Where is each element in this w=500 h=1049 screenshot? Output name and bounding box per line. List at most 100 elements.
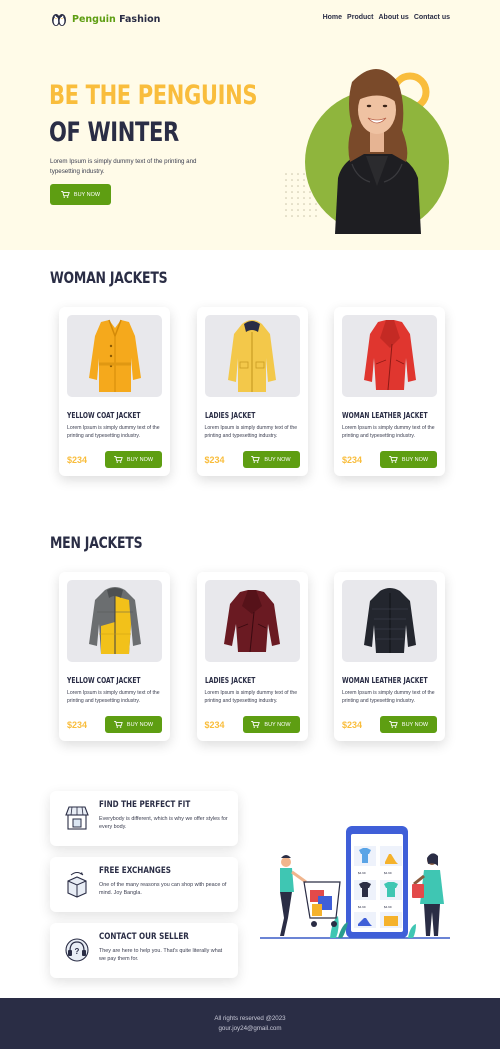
cart-icon [114,721,123,728]
product-card[interactable]: LADIES JACKET Lorem Ipsum is simply dumm… [196,572,308,741]
product-price: $234 [67,455,88,465]
man-with-cart-figure [280,855,341,936]
men-product-row: YELLOW COAT JACKET Lorem Ipsum is simply… [59,572,445,742]
product-description: Lorem Ipsum is simply dummy text of the … [342,690,435,705]
buy-now-button[interactable]: BUY NOW [105,451,162,468]
nav-about-us[interactable]: About us [379,14,409,21]
product-card[interactable]: WOMAN LEATHER JACKET Lorem Ipsum is simp… [334,572,445,741]
product-description: Lorem Ipsum is simply dummy text of the … [342,425,435,440]
svg-text:$4.99: $4.99 [358,905,366,909]
nav-contact-us[interactable]: Contact us [414,14,450,21]
svg-text:?: ? [75,947,80,956]
product-title: WOMAN LEATHER JACKET [342,411,428,420]
product-image [67,580,162,662]
feature-description: Everybody is different, which is why we … [99,816,228,831]
feature-title: CONTACT OUR SELLER [99,932,189,942]
buy-now-button[interactable]: BUY NOW [380,716,437,733]
buy-now-button[interactable]: BUY NOW [242,716,300,733]
product-image [67,315,162,397]
hero-description: Lorem Ipsum is simply dummy text of the … [50,158,197,175]
buy-now-label: BUY NOW [126,721,154,728]
product-title: LADIES JACKET [204,676,255,685]
online-shopping-illustration: $4.99 $4.99 $4.99 $4.99 [260,826,450,939]
buy-now-label: BUY NOW [264,456,291,463]
support-headset-icon: ? [65,938,89,962]
product-price: $234 [204,720,225,730]
black-puffer-jacket-icon [363,588,416,653]
hero-title-line2: OF WINTER [49,117,179,148]
hero-title-line1: BE THE PENGUINS [49,80,258,111]
buy-now-button[interactable]: BUY NOW [105,716,162,733]
feature-title: FREE EXCHANGES [99,866,171,876]
brand-name-part2: Fashion [115,13,161,25]
feature-description: One of the many reasons you can shop wit… [99,882,227,897]
penguin-logo-icon [52,14,66,26]
product-description: Lorem Ipsum is simply dummy text of the … [67,425,160,440]
product-title: WOMAN LEATHER JACKET [342,676,428,685]
buy-now-label: BUY NOW [126,456,154,463]
product-price: $234 [342,455,363,465]
buy-now-label: BUY NOW [401,721,429,728]
nav-product[interactable]: Product [347,14,373,21]
men-section-title: MEN JACKETS [50,533,143,552]
feature-card-perfect-fit: FIND THE PERFECT FIT Everybody is differ… [50,791,238,846]
women-product-row: YELLOW COAT JACKET Lorem Ipsum is simply… [59,307,445,477]
page: Penguin Fashion Home Product About us Co… [0,0,500,1049]
product-price: $234 [204,455,225,465]
hero-model-illustration [285,69,449,234]
maroon-leather-jacket-icon [224,590,280,653]
brand-name-part1: Penguin [72,13,116,25]
cart-icon [251,721,261,728]
buy-now-button[interactable]: BUY NOW [380,451,437,468]
hero-buy-now-button[interactable]: BUY NOW [50,184,111,205]
product-image [342,315,437,397]
feature-card-free-exchanges: FREE EXCHANGES One of the many reasons y… [50,857,238,912]
nav-links: Home Product About us Contact us [323,14,450,21]
product-price: $234 [67,720,88,730]
cart-icon [61,191,70,198]
brand-logo[interactable]: Penguin Fashion [50,11,160,27]
product-description: Lorem Ipsum is simply dummy text of the … [204,690,298,705]
feature-title: FIND THE PERFECT FIT [99,800,191,810]
cart-icon [251,456,261,463]
product-title: LADIES JACKET [204,411,255,420]
top-nav: Penguin Fashion Home Product About us Co… [0,0,500,38]
product-price: $234 [342,720,363,730]
product-description: Lorem Ipsum is simply dummy text of the … [204,425,298,440]
puffer-jacket-icon [88,587,141,654]
women-section-title: WOMAN JACKETS [50,268,168,287]
svg-text:$4.99: $4.99 [384,905,392,909]
buy-now-button[interactable]: BUY NOW [242,451,300,468]
product-title: YELLOW COAT JACKET [67,411,141,420]
cart-icon [389,456,398,463]
product-card[interactable]: YELLOW COAT JACKET Lorem Ipsum is simply… [59,307,170,476]
footer: All rights reserved @2023 gour.joy24@gma… [0,998,500,1049]
buy-now-label: BUY NOW [401,456,429,463]
nav-home[interactable]: Home [323,14,342,21]
ladies-jacket-icon [228,320,276,392]
product-description: Lorem Ipsum is simply dummy text of the … [67,690,160,705]
product-image [204,315,300,397]
hero-section: Penguin Fashion Home Product About us Co… [0,0,500,250]
product-image [204,580,300,662]
svg-text:$4.99: $4.99 [358,871,366,875]
footer-copyright: All rights reserved @2023 [214,1015,286,1022]
shop-icon [65,806,89,830]
footer-email[interactable]: gour.joy24@gmail.com [0,1025,500,1032]
hero-buy-now-label: BUY NOW [73,191,101,198]
feature-description: They are here to help you. That's quite … [99,948,223,963]
woman-with-bag-figure [412,853,444,936]
product-title: YELLOW COAT JACKET [67,676,141,685]
product-card[interactable]: LADIES JACKET Lorem Ipsum is simply dumm… [196,307,308,476]
cart-icon [114,456,123,463]
feature-card-contact-seller: ? CONTACT OUR SELLER They are here to he… [50,923,238,978]
cart-icon [389,721,398,728]
box-exchange-icon [67,872,87,898]
brand-name: Penguin Fashion [72,14,160,25]
product-card[interactable]: YELLOW COAT JACKET Lorem Ipsum is simply… [59,572,170,741]
red-leather-jacket-icon [363,320,416,391]
yellow-coat-icon [88,319,141,392]
product-image [342,580,437,662]
product-card[interactable]: WOMAN LEATHER JACKET Lorem Ipsum is simp… [334,307,445,476]
buy-now-label: BUY NOW [264,721,291,728]
